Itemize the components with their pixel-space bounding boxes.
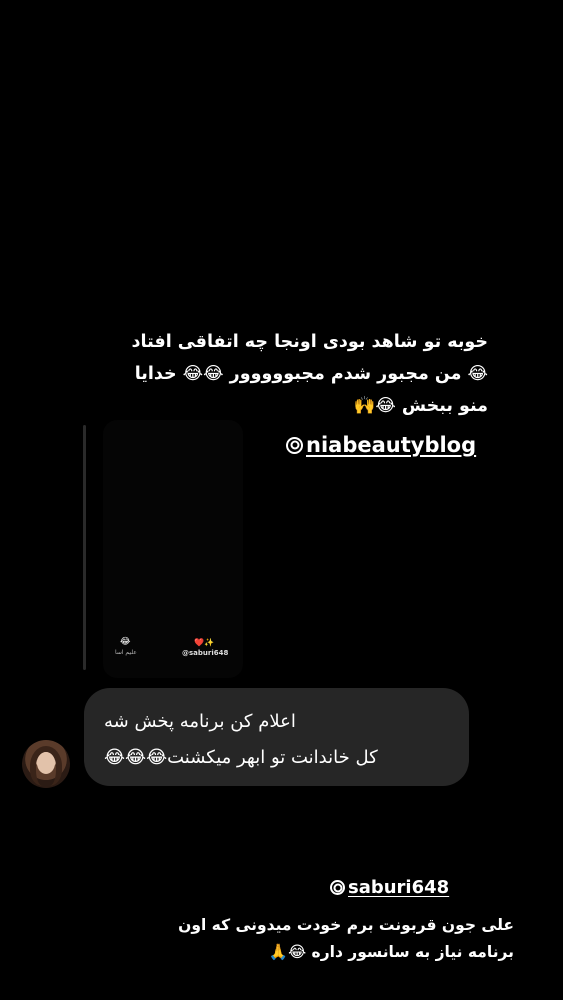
message-bubble[interactable]: اعلام کن برنامه پخش شه کل خاندانت تو ابه… — [84, 688, 469, 786]
caption-line: 😂 من مجبور شدم مجبووووور 😂😂 خدایا — [134, 364, 488, 384]
threads-icon — [286, 436, 303, 454]
message-line: کل خاندانت تو ابهر میکشنت😂😂😂 — [104, 747, 378, 768]
thumb-emoji: 😂 — [120, 637, 131, 647]
threads-icon — [330, 880, 345, 895]
mention-sticker-saburi648[interactable]: saburi648 — [330, 877, 449, 898]
caption-line: برنامه نیاز به سانسور داره 😂🙏 — [268, 943, 514, 961]
avatar-face — [37, 752, 55, 774]
message-line: اعلام کن برنامه پخش شه — [104, 711, 296, 732]
mention-handle: saburi648 — [348, 877, 450, 898]
story-caption-bottom: علی جون قربونت برم خودت میدونی که اون بر… — [150, 912, 514, 966]
caption-line: منو ببخش 😂🙌 — [353, 396, 488, 416]
mention-sticker-niabeautyblog[interactable]: niabeautyblog — [286, 433, 476, 457]
caption-line: علی جون قربونت برم خودت میدونی که اون — [178, 916, 514, 934]
replied-story-thumbnail[interactable]: 😂 علیم اسا ❤️✨ @saburi648 — [103, 420, 243, 678]
avatar[interactable] — [22, 740, 70, 788]
thumb-sparkle: ❤️✨ — [194, 638, 214, 647]
story-caption-top: خوبه تو شاهد بودی اونجا چه اتفاقی افتاد … — [60, 326, 488, 422]
reply-indicator-line — [83, 425, 86, 670]
thumb-handle: @saburi648 — [182, 649, 229, 657]
caption-line: خوبه تو شاهد بودی اونجا چه اتفاقی افتاد — [131, 332, 488, 352]
mention-handle: niabeautyblog — [306, 433, 477, 457]
thumb-small-text: علیم اسا — [115, 649, 137, 656]
